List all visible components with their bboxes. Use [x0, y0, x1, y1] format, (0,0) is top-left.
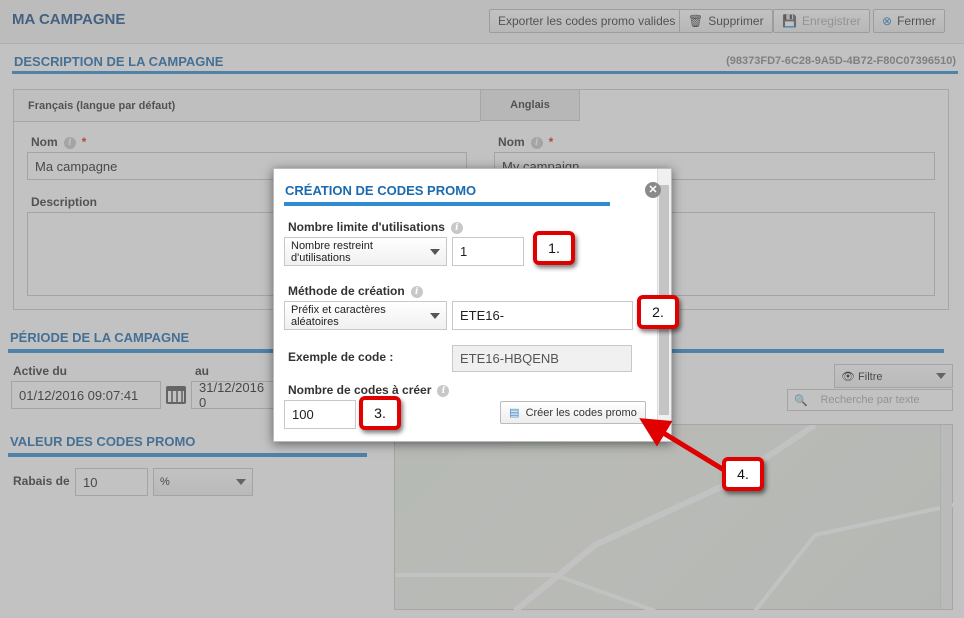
chevron-down-icon [430, 312, 440, 319]
usage-limit-label: Nombre limite d'utilisations i [288, 220, 463, 234]
create-codes-button[interactable]: ▤ Créer les codes promo [500, 401, 646, 424]
usage-limit-input[interactable]: 1 [452, 237, 524, 266]
code-count-label: Nombre de codes à créer i [288, 383, 450, 397]
code-count-input[interactable]: 100 [284, 400, 356, 429]
callout-1: 1. [533, 231, 575, 265]
creation-method-label: Méthode de création i [288, 284, 423, 298]
prefix-input[interactable]: ETE16- [452, 301, 633, 330]
info-icon: i [410, 285, 423, 298]
document-icon: ▤ [509, 407, 520, 419]
info-icon: i [437, 384, 450, 397]
code-example-value: ETE16-HBQENB [452, 345, 632, 372]
dialog-title: CRÉATION DE CODES PROMO [285, 183, 477, 198]
promo-creation-dialog: CRÉATION DE CODES PROMO ✕ Nombre limite … [273, 168, 672, 442]
info-icon: i [450, 221, 463, 234]
dialog-title-divider [284, 202, 610, 206]
callout-3: 3. [359, 396, 401, 430]
code-example-label: Exemple de code : [288, 350, 394, 364]
callout-4: 4. [722, 457, 764, 491]
creation-method-value: Préfix et caractères aléatoires [291, 303, 386, 328]
chevron-down-icon [430, 248, 440, 255]
creation-method-select[interactable]: Préfix et caractères aléatoires [284, 301, 447, 330]
callout-2: 2. [637, 295, 679, 329]
create-codes-label: Créer les codes promo [525, 406, 637, 419]
usage-limit-value: Nombre restreint d'utilisations [291, 239, 373, 264]
dialog-close-icon[interactable]: ✕ [645, 182, 661, 198]
usage-limit-select[interactable]: Nombre restreint d'utilisations [284, 237, 447, 266]
